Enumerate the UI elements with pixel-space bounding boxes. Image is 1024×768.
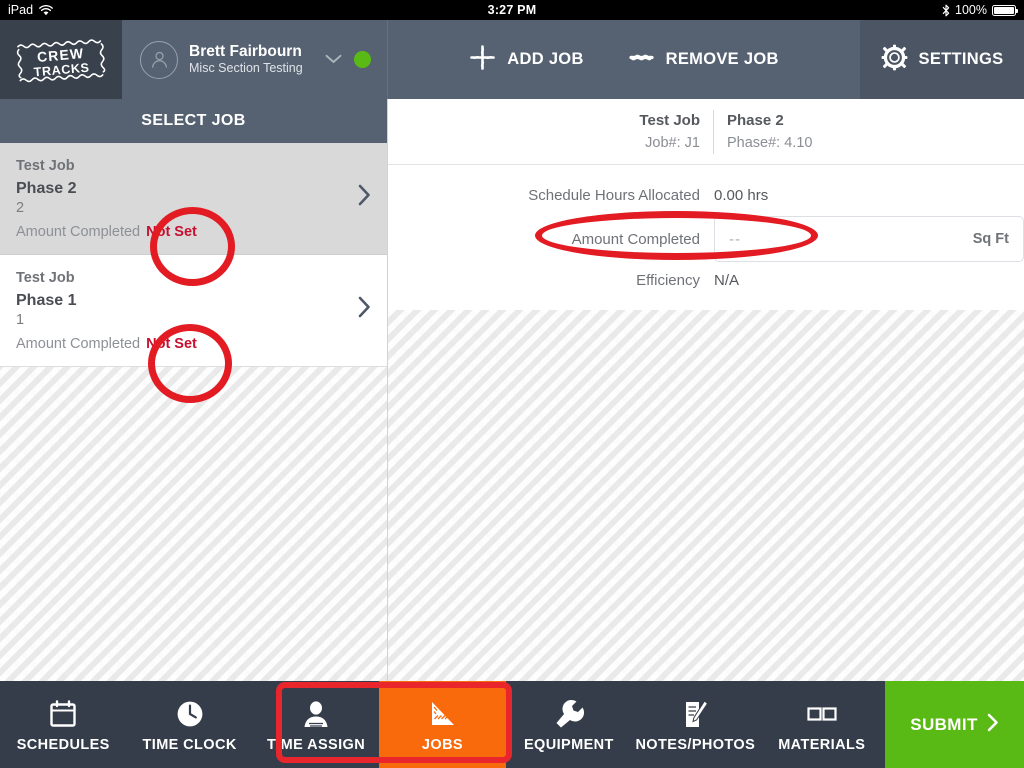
job-item-content: Test Job Phase 2 2 Amount Completed Not S… xyxy=(16,156,358,240)
job-amount-label: Amount Completed xyxy=(16,223,141,240)
nav-item-equipment[interactable]: EQUIPMENT xyxy=(506,681,632,768)
detail-job-number: Job#: J1 xyxy=(645,134,700,151)
header-actions: ADD JOB REMOVE JOB xyxy=(388,20,860,99)
nav-label: SCHEDULES xyxy=(16,737,110,753)
detail-phase-number: Phase#: 4.10 xyxy=(727,134,813,151)
bluetooth-icon xyxy=(942,4,950,16)
field-efficiency: Efficiency N/A xyxy=(388,267,1024,294)
field-amount-completed: Amount Completed -- Sq Ft xyxy=(388,216,1024,263)
nav-item-notes-photos[interactable]: NOTES/PHOTOS xyxy=(632,681,758,768)
status-bar-right: 100% xyxy=(942,3,1018,17)
job-select-panel: SELECT JOB Test Job Phase 2 2 Amount Com… xyxy=(0,99,388,681)
detail-job-name: Test Job xyxy=(639,112,700,129)
add-job-icon xyxy=(469,44,496,76)
battery-percent-label: 100% xyxy=(955,3,987,17)
amount-completed-label: Amount Completed xyxy=(571,230,700,248)
job-name: Test Job xyxy=(16,269,75,286)
user-text: Brett Fairbourn Misc Section Testing xyxy=(189,43,314,76)
detail-fields: Schedule Hours Allocated 0.00 hrs Amount… xyxy=(388,165,1024,319)
gear-icon xyxy=(881,44,908,76)
chevron-right-icon xyxy=(358,296,371,323)
nav-item-jobs[interactable]: JOBS xyxy=(379,681,506,768)
job-name: Test Job xyxy=(16,158,75,174)
job-phase-number: 2 xyxy=(16,200,25,217)
amount-completed-unit: Sq Ft xyxy=(972,231,1009,248)
detail-phase-block: Phase 2 Phase#: 4.10 xyxy=(714,110,1024,154)
app-root: iPad 3:27 PM 100% CREW TRACKS Brett Fair… xyxy=(0,0,1024,768)
field-label: Efficiency xyxy=(636,272,700,290)
calendar-icon xyxy=(47,696,79,730)
detail-card: Test Job Job#: J1 Phase 2 Phase#: 4.10 S… xyxy=(388,99,1024,320)
job-amount-value: Not Set xyxy=(146,223,197,240)
person-icon xyxy=(300,696,332,730)
nav-label: MATERIALS xyxy=(778,737,866,753)
nav-label: EQUIPMENT xyxy=(523,737,614,753)
user-name: Brett Fairbourn xyxy=(189,42,302,60)
nav-item-time-clock[interactable]: TIME CLOCK xyxy=(126,681,252,768)
job-item-content: Test Job Phase 1 1 Amount Completed Not S… xyxy=(16,268,358,352)
ios-status-bar: iPad 3:27 PM 100% xyxy=(0,0,1024,20)
detail-phase-name: Phase 2 xyxy=(727,112,784,129)
field-schedule-hours: Schedule Hours Allocated 0.00 hrs xyxy=(388,182,1024,209)
field-label: Schedule Hours Allocated xyxy=(528,187,700,205)
wrench-icon xyxy=(553,696,585,730)
user-crew: Misc Section Testing xyxy=(189,61,303,76)
crewtracks-logo[interactable]: CREW TRACKS xyxy=(0,20,122,99)
amount-completed-value: -- xyxy=(729,230,741,248)
settings-button[interactable]: SETTINGS xyxy=(860,20,1024,99)
app-header: CREW TRACKS Brett Fairbourn Misc Section… xyxy=(0,20,1024,99)
submit-button[interactable]: SUBMIT xyxy=(885,681,1024,768)
nav-item-schedules[interactable]: SCHEDULES xyxy=(0,681,126,768)
chevron-right-icon xyxy=(987,713,999,737)
nav-label: TIME ASSIGN xyxy=(266,737,366,753)
remove-job-icon xyxy=(628,44,655,76)
nav-label: TIME CLOCK xyxy=(142,737,237,753)
chevron-down-icon[interactable] xyxy=(325,51,343,69)
settings-label: SETTINGS xyxy=(918,50,1004,68)
job-list-item-phase1[interactable]: Test Job Phase 1 1 Amount Completed Not S… xyxy=(0,255,387,367)
add-job-button[interactable]: ADD JOB xyxy=(469,44,583,76)
remove-job-button[interactable]: REMOVE JOB xyxy=(628,44,779,76)
job-list: Test Job Phase 2 2 Amount Completed Not S… xyxy=(0,143,387,367)
chevron-right-icon xyxy=(358,184,371,211)
ruler-triangle-icon xyxy=(426,696,458,730)
detail-header: Test Job Job#: J1 Phase 2 Phase#: 4.10 xyxy=(388,99,1024,166)
job-amount-label: Amount Completed xyxy=(16,335,141,352)
nav-item-materials[interactable]: MATERIALS xyxy=(759,681,885,768)
submit-label: SUBMIT xyxy=(910,714,978,734)
user-avatar-icon xyxy=(140,40,178,79)
amount-completed-input[interactable]: -- Sq Ft xyxy=(714,216,1024,263)
job-list-item-phase2[interactable]: Test Job Phase 2 2 Amount Completed Not S… xyxy=(0,143,387,255)
materials-icon xyxy=(806,696,838,730)
detail-job-block: Test Job Job#: J1 xyxy=(639,110,714,155)
user-selector[interactable]: Brett Fairbourn Misc Section Testing xyxy=(122,20,388,99)
bottom-navigation: SCHEDULES TIME CLOCK TIME ASSIGN JOBS EQ… xyxy=(0,681,1024,768)
nav-item-time-assign[interactable]: TIME ASSIGN xyxy=(253,681,379,768)
notes-pencil-icon xyxy=(679,696,711,730)
nav-label: JOBS xyxy=(421,737,464,753)
status-bar-clock: 3:27 PM xyxy=(487,3,537,17)
job-phase-number: 1 xyxy=(16,312,25,329)
job-detail-panel: Test Job Job#: J1 Phase 2 Phase#: 4.10 S… xyxy=(388,99,1024,681)
detail-background xyxy=(388,310,1024,681)
bottom-nav-items: SCHEDULES TIME CLOCK TIME ASSIGN JOBS EQ… xyxy=(0,681,885,768)
select-job-title: SELECT JOB xyxy=(0,99,387,143)
crewtracks-logo-icon: CREW TRACKS xyxy=(16,38,106,82)
battery-icon xyxy=(992,4,1018,16)
remove-job-label: REMOVE JOB xyxy=(665,50,779,68)
field-value: 0.00 hrs xyxy=(714,187,769,205)
nav-label: NOTES/PHOTOS xyxy=(635,737,756,753)
job-amount-row: Amount Completed Not Set xyxy=(16,336,358,352)
job-phase: Phase 2 xyxy=(16,179,77,197)
user-status-dot xyxy=(354,51,371,68)
clock-icon xyxy=(174,696,206,730)
job-amount-value: Not Set xyxy=(146,335,197,352)
field-value: N/A xyxy=(714,272,740,290)
job-phase: Phase 1 xyxy=(16,291,77,309)
job-amount-row: Amount Completed Not Set xyxy=(16,224,358,240)
add-job-label: ADD JOB xyxy=(507,50,584,68)
